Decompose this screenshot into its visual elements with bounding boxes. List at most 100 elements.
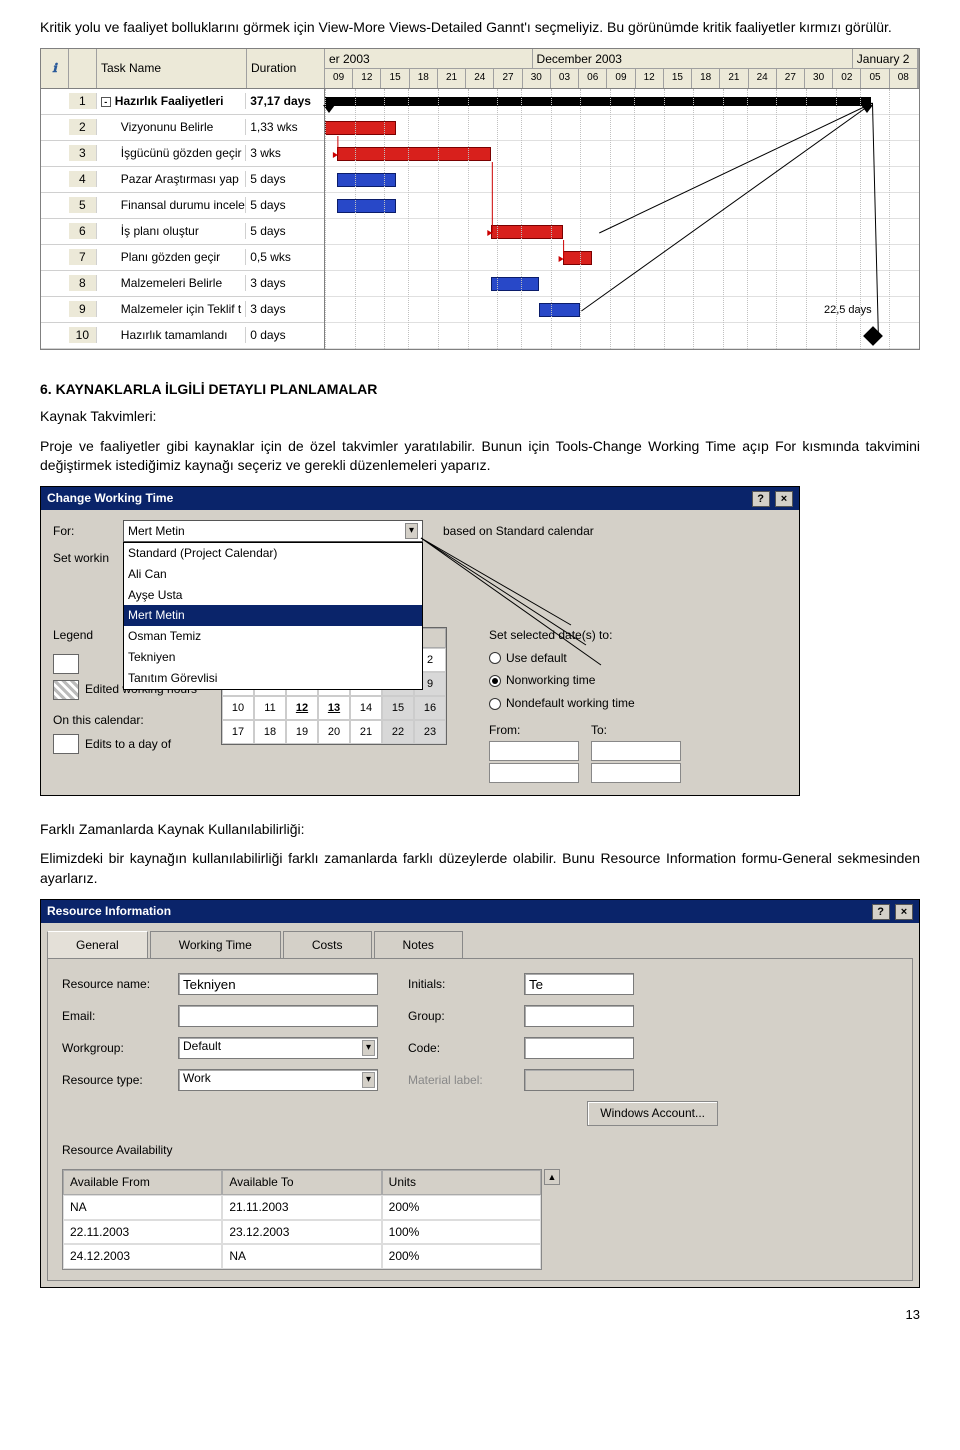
gantt-row bbox=[325, 323, 919, 349]
day-header: 09 bbox=[325, 69, 353, 88]
radio-nonworking[interactable]: Nonworking time bbox=[489, 672, 787, 689]
avail-header: Available To bbox=[222, 1170, 381, 1195]
row-duration: 3 days bbox=[246, 301, 324, 318]
day-header: 15 bbox=[664, 69, 692, 88]
gantt-row bbox=[325, 141, 919, 167]
section-text: Proje ve faaliyetler gibi kaynaklar için… bbox=[40, 437, 920, 476]
initials-input[interactable] bbox=[524, 973, 634, 995]
to-input-2[interactable] bbox=[591, 763, 681, 783]
timescale-header: er 2003 December 2003 January 2 09121518… bbox=[325, 49, 919, 88]
intro-text: Kritik yolu ve faaliyet bolluklarını gör… bbox=[40, 18, 920, 38]
row-task[interactable]: Planı gözden geçir bbox=[97, 249, 246, 266]
radio-use-default[interactable]: Use default bbox=[489, 650, 787, 667]
dialog2-title: Resource Information bbox=[47, 903, 171, 920]
avail-cell[interactable]: NA bbox=[63, 1195, 222, 1220]
avail-cell[interactable]: 24.12.2003 bbox=[63, 1244, 222, 1269]
row-id: 6 bbox=[69, 223, 97, 240]
gantt-row bbox=[325, 219, 919, 245]
col-id-header bbox=[69, 49, 97, 88]
row-task[interactable]: Malzemeler için Teklif t bbox=[97, 301, 246, 318]
radio-nondefault[interactable]: Nondefault working time bbox=[489, 695, 787, 712]
day-header: 21 bbox=[720, 69, 748, 88]
avail-cell[interactable]: 23.12.2003 bbox=[222, 1220, 381, 1245]
avail-cell[interactable]: 200% bbox=[382, 1195, 541, 1220]
row-duration: 5 days bbox=[246, 171, 324, 188]
resource-type-label: Resource type: bbox=[62, 1072, 172, 1089]
row-task[interactable]: Malzemeleri Belirle bbox=[97, 275, 246, 292]
row-task[interactable]: Hazırlık tamamlandı bbox=[97, 327, 246, 344]
from-label: From: bbox=[489, 722, 579, 739]
for-option[interactable]: Osman Temiz bbox=[124, 626, 422, 647]
help-button[interactable]: ? bbox=[752, 491, 770, 507]
section2-text: Elimizdeki bir kaynağın kullanılabilirli… bbox=[40, 849, 920, 888]
row-task[interactable]: Pazar Araştırması yap bbox=[97, 171, 246, 188]
avail-cell[interactable]: NA bbox=[222, 1244, 381, 1269]
resource-name-label: Resource name: bbox=[62, 976, 172, 993]
row-id: 8 bbox=[69, 275, 97, 292]
availability-table[interactable]: Available FromAvailable ToUnits NA21.11.… bbox=[62, 1169, 542, 1270]
row-duration: 3 days bbox=[246, 275, 324, 292]
from-input-2[interactable] bbox=[489, 763, 579, 783]
from-input-1[interactable] bbox=[489, 741, 579, 761]
help-button[interactable]: ? bbox=[872, 904, 890, 920]
row-task[interactable]: -Hazırlık Faaliyetleri bbox=[97, 93, 246, 110]
day-header: 12 bbox=[636, 69, 664, 88]
for-option[interactable]: Ali Can bbox=[124, 564, 422, 585]
section2-sub: Farklı Zamanlarda Kaynak Kullanılabilirl… bbox=[40, 820, 920, 840]
day-header: 02 bbox=[833, 69, 861, 88]
row-duration: 1,33 wks bbox=[246, 119, 324, 136]
resource-type-combo[interactable]: Work bbox=[178, 1069, 378, 1091]
close-button[interactable]: × bbox=[895, 904, 913, 920]
close-button[interactable]: × bbox=[775, 491, 793, 507]
day-header: 18 bbox=[410, 69, 438, 88]
for-combo[interactable]: Mert Metin Standard (Project Calendar)Al… bbox=[123, 520, 423, 542]
row-task[interactable]: Vizyonunu Belirle bbox=[97, 119, 246, 136]
avail-cell[interactable]: 100% bbox=[382, 1220, 541, 1245]
for-option[interactable]: Mert Metin bbox=[124, 605, 422, 626]
row-task[interactable]: İşgücünü gözden geçir bbox=[97, 145, 246, 162]
row-task[interactable]: Finansal durumu incele bbox=[97, 197, 246, 214]
for-option[interactable]: Tanıtım Görevlisi bbox=[124, 668, 422, 689]
row-duration: 0,5 wks bbox=[246, 249, 324, 266]
availability-title: Resource Availability bbox=[62, 1142, 898, 1159]
for-option[interactable]: Standard (Project Calendar) bbox=[124, 543, 422, 564]
row-id: 10 bbox=[69, 327, 97, 344]
resource-information-dialog: Resource Information ? × GeneralWorking … bbox=[40, 899, 920, 1289]
day-header: 18 bbox=[692, 69, 720, 88]
row-task[interactable]: İş planı oluştur bbox=[97, 223, 246, 240]
row-id: 9 bbox=[69, 301, 97, 318]
avail-cell[interactable]: 22.11.2003 bbox=[63, 1220, 222, 1245]
to-input-1[interactable] bbox=[591, 741, 681, 761]
workgroup-combo[interactable]: Default bbox=[178, 1037, 378, 1059]
tab-notes[interactable]: Notes bbox=[374, 931, 463, 959]
month-2: December 2003 bbox=[533, 49, 853, 68]
tab-costs[interactable]: Costs bbox=[283, 931, 372, 959]
scroll-up-button[interactable]: ▲ bbox=[544, 1169, 560, 1185]
tab-working-time[interactable]: Working Time bbox=[150, 931, 281, 959]
for-option[interactable]: Ayşe Usta bbox=[124, 585, 422, 606]
initials-label: Initials: bbox=[408, 976, 518, 993]
avail-cell[interactable]: 21.11.2003 bbox=[222, 1195, 381, 1220]
group-input[interactable] bbox=[524, 1005, 634, 1027]
avail-cell[interactable]: 200% bbox=[382, 1244, 541, 1269]
tab-general[interactable]: General bbox=[47, 931, 148, 959]
day-header: 30 bbox=[805, 69, 833, 88]
month-1: er 2003 bbox=[325, 49, 533, 68]
email-label: Email: bbox=[62, 1008, 172, 1025]
day-header: 05 bbox=[861, 69, 889, 88]
windows-account-button[interactable]: Windows Account... bbox=[587, 1101, 718, 1126]
day-header: 21 bbox=[438, 69, 466, 88]
for-label: For: bbox=[53, 523, 123, 540]
gantt-row bbox=[325, 89, 919, 115]
gantt-row bbox=[325, 167, 919, 193]
code-input[interactable] bbox=[524, 1037, 634, 1059]
for-option[interactable]: Tekniyen bbox=[124, 647, 422, 668]
resource-name-input[interactable] bbox=[178, 973, 378, 995]
to-label: To: bbox=[591, 722, 681, 739]
row-id: 5 bbox=[69, 197, 97, 214]
based-on-text: based on Standard calendar bbox=[443, 523, 594, 540]
gantt-row bbox=[325, 271, 919, 297]
day-header: 08 bbox=[890, 69, 918, 88]
email-input[interactable] bbox=[178, 1005, 378, 1027]
gantt-row bbox=[325, 245, 919, 271]
